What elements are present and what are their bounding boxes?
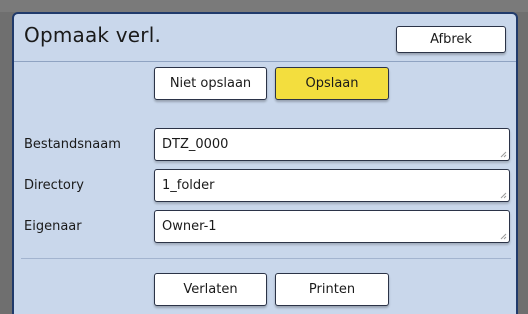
dialog-header: Opmaak verl. Afbrek (14, 14, 516, 62)
save-layout-dialog: Opmaak verl. Afbrek Niet opslaan Opslaan… (12, 12, 518, 314)
directory-label: Directory (24, 178, 84, 193)
save-button[interactable]: Opslaan (275, 67, 389, 100)
owner-field[interactable]: Owner-1 (154, 210, 510, 243)
cancel-button[interactable]: Afbrek (396, 26, 506, 53)
no-save-button[interactable]: Niet opslaan (154, 67, 267, 100)
owner-label: Eigenaar (24, 219, 82, 234)
filename-field[interactable]: DTZ_0000 (154, 128, 510, 161)
resize-grip-icon (500, 233, 507, 240)
owner-value: Owner-1 (162, 219, 217, 234)
filename-label: Bestandsnaam (24, 137, 121, 152)
directory-value: 1_folder (162, 178, 215, 193)
dialog-title: Opmaak verl. (24, 23, 162, 47)
filename-value: DTZ_0000 (162, 137, 229, 152)
window-frame (0, 0, 528, 12)
print-button[interactable]: Printen (275, 273, 389, 306)
footer-divider (21, 258, 511, 259)
directory-field[interactable]: 1_folder (154, 169, 510, 202)
exit-button[interactable]: Verlaten (154, 273, 267, 306)
resize-grip-icon (500, 151, 507, 158)
resize-grip-icon (500, 192, 507, 199)
